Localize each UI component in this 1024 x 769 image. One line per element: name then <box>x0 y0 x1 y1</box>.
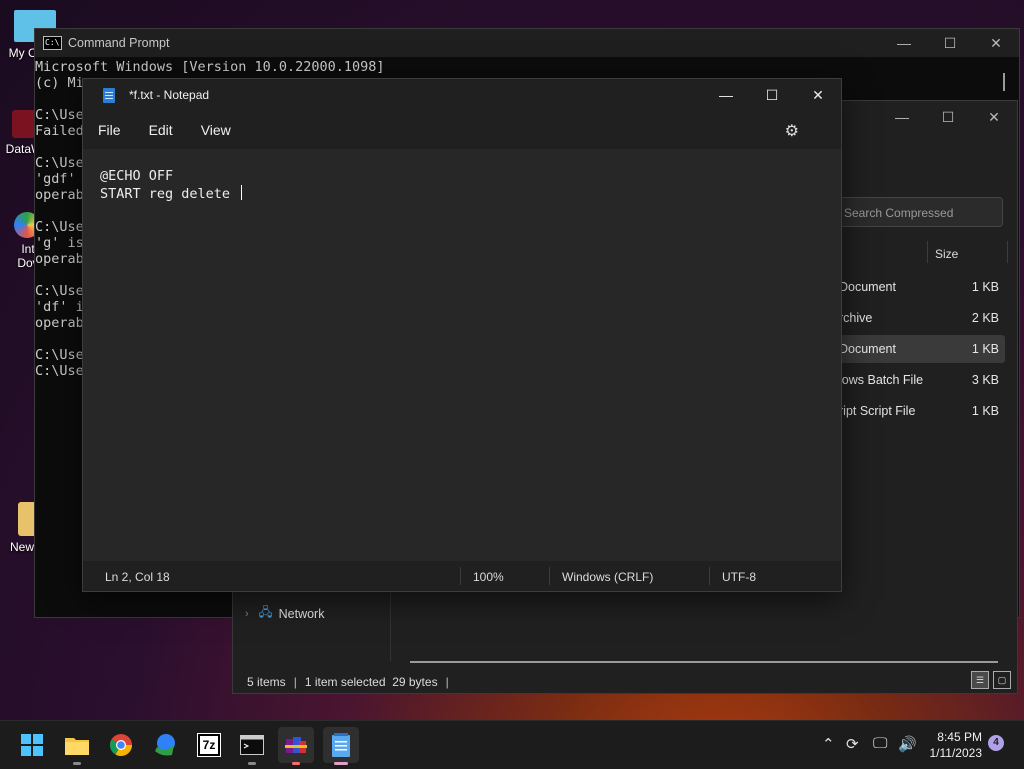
explorer-minimize-button[interactable]: — <box>879 101 925 133</box>
running-indicator <box>292 762 300 765</box>
status-zoom[interactable]: 100% <box>473 570 504 584</box>
nav-pane-divider <box>390 591 391 661</box>
status-bytes: 29 bytes <box>392 675 438 689</box>
explorer-horizontal-scrollbar[interactable] <box>410 661 998 663</box>
notepad-window[interactable]: *f.txt - Notepad — ☐ ✕ File Edit View ⚙ … <box>82 78 842 592</box>
settings-gear-icon[interactable]: ⚙ <box>785 121 799 141</box>
file-type: rchive <box>839 311 873 325</box>
details-view-icon[interactable]: ☰ <box>971 671 989 689</box>
taskbar-clock[interactable]: 8:45 PM 1/11/2023 <box>926 729 983 761</box>
clock-time: 8:45 PM <box>937 730 982 744</box>
status-item-count: 5 items <box>247 675 286 689</box>
text-line-1: @ECHO OFF <box>100 168 174 184</box>
terminal-icon <box>240 735 264 755</box>
explorer-search-input[interactable]: Search Compressed <box>833 197 1003 227</box>
status-divider <box>549 567 550 585</box>
notepad-maximize-button[interactable]: ☐ <box>749 79 795 111</box>
7zip-icon: 7z <box>196 733 222 757</box>
chrome-icon <box>110 734 132 756</box>
menu-file[interactable]: File <box>98 122 121 138</box>
taskbar-chrome[interactable] <box>103 727 139 763</box>
notepad-icon <box>103 87 115 103</box>
running-indicator <box>248 762 256 765</box>
notepad-icon <box>332 733 350 757</box>
internet-download-manager-icon <box>155 734 175 756</box>
volume-icon[interactable]: 🔊 <box>898 735 917 753</box>
notepad-minimize-button[interactable]: — <box>703 79 749 111</box>
text-caret <box>241 185 243 200</box>
notepad-text-area[interactable]: @ECHO OFF START reg delete <box>83 149 841 561</box>
menu-edit[interactable]: Edit <box>149 122 173 138</box>
text-line-2: START reg delete <box>100 186 239 202</box>
taskbar: 7z ⌃ ⟳ 🖵 🔊 8:45 PM 1/11/2023 4 <box>0 720 1024 769</box>
file-row[interactable]: ript Script File 1 KB <box>829 397 1005 425</box>
taskbar-winrar[interactable] <box>278 727 314 765</box>
column-divider <box>1007 241 1008 263</box>
status-encoding[interactable]: UTF-8 <box>722 570 756 584</box>
cmd-title: Command Prompt <box>68 36 170 50</box>
notepad-close-button[interactable]: ✕ <box>795 79 841 111</box>
column-header-size[interactable]: Size <box>935 247 958 261</box>
status-cursor-position: Ln 2, Col 18 <box>105 570 170 584</box>
taskbar-terminal[interactable] <box>234 727 270 765</box>
file-row[interactable]: rchive 2 KB <box>829 304 1005 332</box>
folder-icon <box>65 738 89 755</box>
nav-item-network[interactable]: › 🖧 Network <box>245 603 324 624</box>
file-row-selected[interactable]: Document 1 KB <box>829 335 1005 363</box>
notepad-status-bar: Ln 2, Col 18 100% Windows (CRLF) UTF-8 <box>83 561 841 591</box>
start-button[interactable] <box>14 727 50 763</box>
active-indicator <box>334 762 348 765</box>
taskbar-idm[interactable] <box>147 727 183 763</box>
taskbar-file-explorer[interactable] <box>59 727 95 765</box>
explorer-status-bar: 5 items | 1 item selected 29 bytes | <box>247 675 449 689</box>
sync-icon[interactable]: ⟳ <box>846 735 859 753</box>
status-selected: 1 item selected <box>304 675 386 689</box>
file-size: 1 KB <box>971 342 999 356</box>
file-type: Document <box>839 342 896 356</box>
file-size: 3 KB <box>971 373 999 387</box>
notepad-titlebar[interactable]: *f.txt - Notepad — ☐ ✕ <box>83 79 841 111</box>
cmd-minimize-button[interactable]: — <box>881 29 927 57</box>
file-row[interactable]: lows Batch File 3 KB <box>829 366 1005 394</box>
taskbar-7zip[interactable]: 7z <box>191 727 227 763</box>
chevron-up-icon[interactable]: ⌃ <box>822 735 835 753</box>
file-type: lows Batch File <box>839 373 924 387</box>
notepad-title: *f.txt - Notepad <box>129 88 210 102</box>
chevron-right-icon[interactable]: › <box>245 608 249 620</box>
cmd-close-button[interactable]: ✕ <box>973 29 1019 57</box>
nav-item-label: Network <box>278 606 325 621</box>
file-size: 2 KB <box>971 311 999 325</box>
tiles-view-icon[interactable]: ▢ <box>993 671 1011 689</box>
winrar-icon <box>285 737 307 753</box>
menu-view[interactable]: View <box>201 122 231 138</box>
status-line-ending[interactable]: Windows (CRLF) <box>562 570 653 584</box>
file-type: Document <box>839 280 896 294</box>
network-monitor-icon[interactable]: 🖵 <box>873 735 887 752</box>
file-row[interactable]: Document 1 KB <box>829 273 1005 301</box>
status-divider <box>709 567 710 585</box>
column-divider <box>927 241 928 263</box>
running-indicator <box>73 762 81 765</box>
explorer-maximize-button[interactable]: ☐ <box>925 101 971 133</box>
cmd-scrollbar[interactable] <box>1003 73 1005 91</box>
status-divider <box>460 567 461 585</box>
windows-logo-icon <box>21 734 43 756</box>
file-size: 1 KB <box>971 404 999 418</box>
cmd-icon: C:\ <box>43 36 62 50</box>
notepad-menu-bar: File Edit View ⚙ <box>83 111 841 149</box>
desktop-icon-label: New <box>9 540 34 554</box>
explorer-close-button[interactable]: ✕ <box>971 101 1017 133</box>
file-size: 1 KB <box>971 280 999 294</box>
cmd-titlebar[interactable]: C:\ Command Prompt <box>35 29 1019 57</box>
clock-date: 1/11/2023 <box>929 746 983 760</box>
cmd-maximize-button[interactable]: ☐ <box>927 29 973 57</box>
taskbar-notepad[interactable] <box>323 727 359 765</box>
notification-badge[interactable]: 4 <box>988 735 1004 751</box>
network-icon: 🖧 <box>258 605 273 619</box>
file-type: ript Script File <box>839 404 916 418</box>
